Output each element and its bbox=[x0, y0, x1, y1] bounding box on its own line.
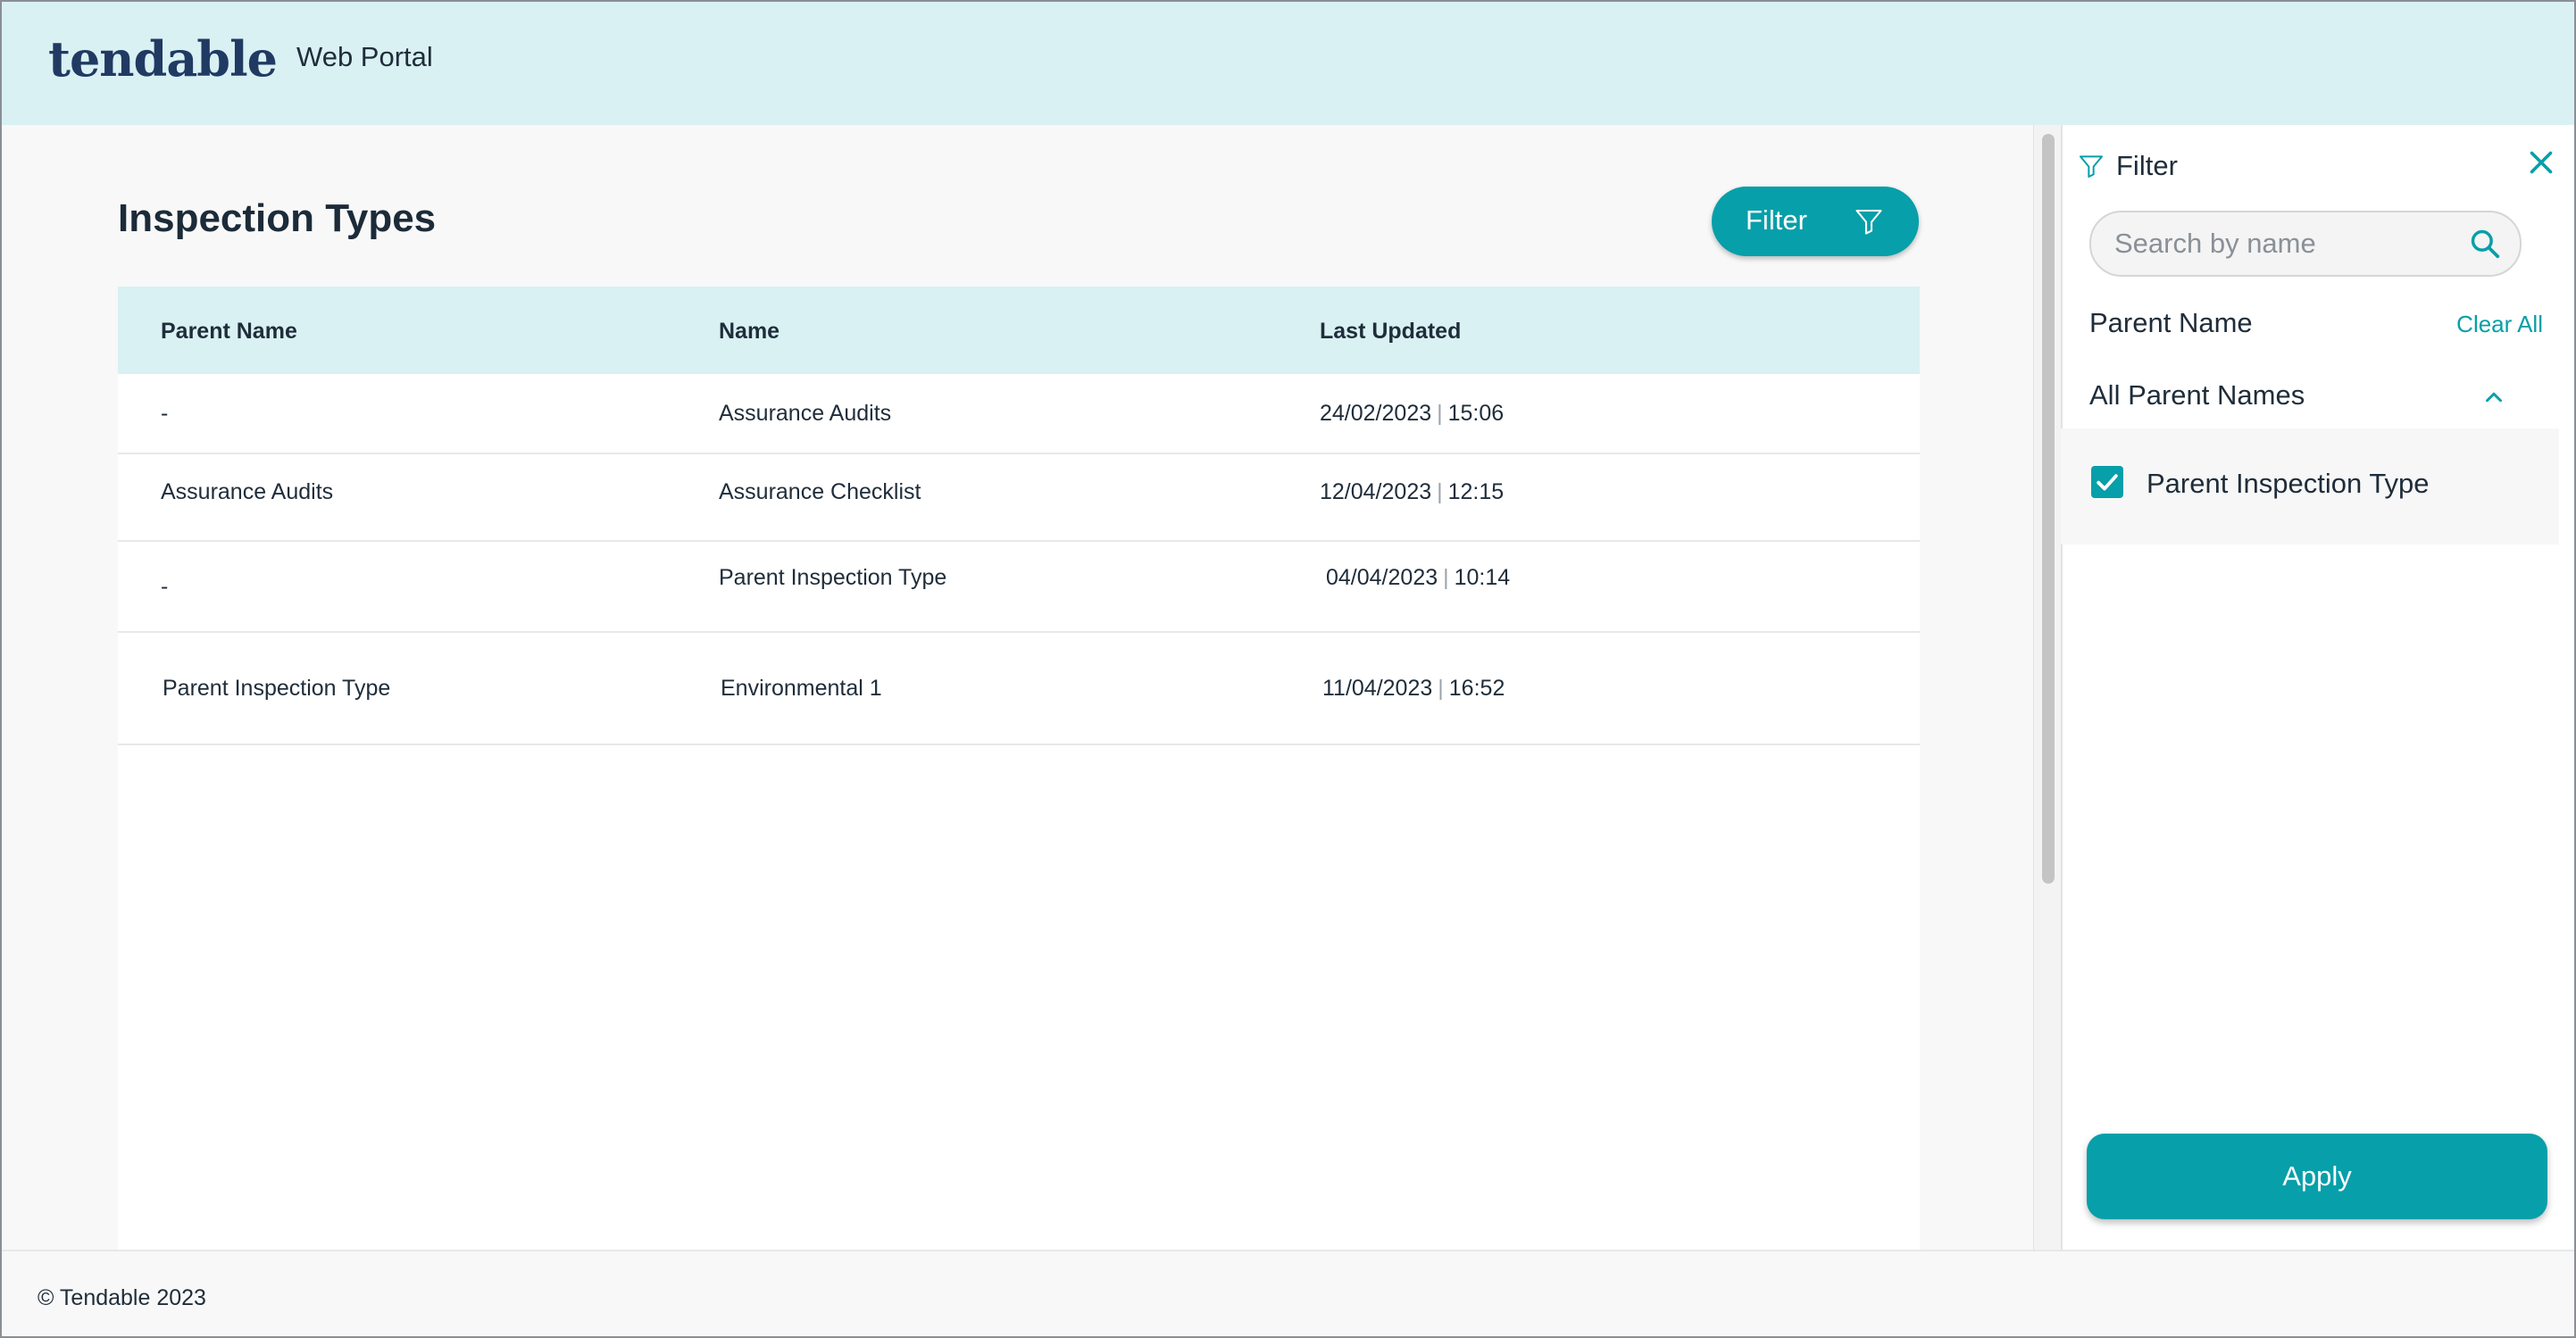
all-parent-names-toggle[interactable]: All Parent Names bbox=[2089, 379, 2305, 411]
filter-button[interactable]: Filter bbox=[1712, 187, 1919, 256]
clear-all-link[interactable]: Clear All bbox=[2456, 311, 2543, 338]
search-input[interactable] bbox=[2113, 223, 2455, 264]
table-row[interactable]: - Assurance Audits 24/02/2023 | 15:06 bbox=[118, 374, 1920, 454]
page-title: Inspection Types bbox=[118, 196, 437, 240]
cell-parent-name: - bbox=[161, 401, 169, 426]
parent-option-label: Parent Inspection Type bbox=[2147, 468, 2430, 499]
chevron-up-icon[interactable] bbox=[2480, 384, 2507, 411]
checkmark-icon bbox=[2097, 474, 2118, 491]
cell-time: 15:06 bbox=[1447, 401, 1505, 426]
cell-time: 12:15 bbox=[1447, 479, 1505, 504]
cell-date: 12/04/2023 bbox=[1320, 479, 1432, 504]
tendable-logo[interactable]: tendable bbox=[48, 30, 278, 87]
app-window: tendable Web Portal Inspection Types Fil… bbox=[0, 0, 2576, 1338]
apply-button-label: Apply bbox=[2282, 1160, 2352, 1192]
table-header: Parent Name Name Last Updated bbox=[118, 287, 1920, 374]
column-header-last-updated[interactable]: Last Updated bbox=[1320, 319, 1461, 345]
filter-funnel-icon bbox=[1855, 209, 1882, 235]
table-row[interactable]: Parent Inspection Type Environmental 1 1… bbox=[118, 636, 1920, 745]
panel-divider bbox=[2061, 125, 2063, 1250]
cell-last-updated: 11/04/2023 | 16:52 bbox=[1322, 676, 1505, 701]
app-footer: © Tendable 2023 bbox=[2, 1250, 2574, 1336]
cell-last-updated: 04/04/2023 | 10:14 bbox=[1326, 565, 1511, 590]
cell-parent-name: Parent Inspection Type bbox=[163, 676, 391, 701]
scrollbar-thumb[interactable] bbox=[2042, 134, 2055, 884]
cell-date: 04/04/2023 bbox=[1326, 565, 1438, 590]
close-icon[interactable] bbox=[2525, 146, 2557, 179]
apply-button[interactable]: Apply bbox=[2087, 1134, 2547, 1219]
search-icon[interactable] bbox=[2468, 227, 2502, 261]
main-scrollbar[interactable] bbox=[2033, 125, 2062, 1250]
checkbox-checked-icon[interactable] bbox=[2091, 466, 2123, 498]
cell-name: Assurance Audits bbox=[719, 401, 892, 426]
cell-time: 10:14 bbox=[1454, 565, 1511, 590]
portal-label: Web Portal bbox=[296, 41, 433, 72]
cell-name: Environmental 1 bbox=[721, 676, 882, 701]
cell-date: 11/04/2023 bbox=[1322, 676, 1433, 701]
table-row[interactable]: - Parent Inspection Type 04/04/2023 | 10:1… bbox=[118, 542, 1920, 633]
cell-parent-name: - bbox=[161, 574, 169, 599]
cell-date: 24/02/2023 bbox=[1320, 401, 1432, 426]
cell-last-updated: 24/02/2023 | 15:06 bbox=[1320, 401, 1505, 426]
filter-panel: Filter Parent Name Clear All All Parent … bbox=[2061, 125, 2574, 1250]
table-row[interactable]: Assurance Audits Assurance Checklist 12/… bbox=[118, 454, 1920, 542]
cell-name: Parent Inspection Type bbox=[719, 565, 947, 590]
cell-time: 16:52 bbox=[1448, 676, 1505, 701]
main-content: Inspection Types Filter Parent Name Name… bbox=[2, 125, 2033, 1250]
column-header-parent-name[interactable]: Parent Name bbox=[161, 319, 297, 345]
copyright-text: © Tendable 2023 bbox=[38, 1285, 206, 1310]
column-header-name[interactable]: Name bbox=[719, 319, 779, 345]
search-box bbox=[2089, 211, 2522, 277]
parent-option-row[interactable]: Parent Inspection Type bbox=[2061, 428, 2559, 544]
cell-parent-name: Assurance Audits bbox=[161, 479, 334, 504]
cell-last-updated: 12/04/2023 | 12:15 bbox=[1320, 479, 1505, 504]
filter-panel-title: Filter bbox=[2116, 150, 2178, 181]
filter-button-label: Filter bbox=[1746, 204, 1807, 236]
inspection-types-table: Parent Name Name Last Updated - Assuranc… bbox=[118, 287, 1920, 1250]
app-header: tendable Web Portal bbox=[2, 2, 2574, 125]
cell-name: Assurance Checklist bbox=[719, 479, 921, 504]
parent-name-label: Parent Name bbox=[2089, 307, 2253, 338]
filter-funnel-icon bbox=[2080, 155, 2103, 178]
